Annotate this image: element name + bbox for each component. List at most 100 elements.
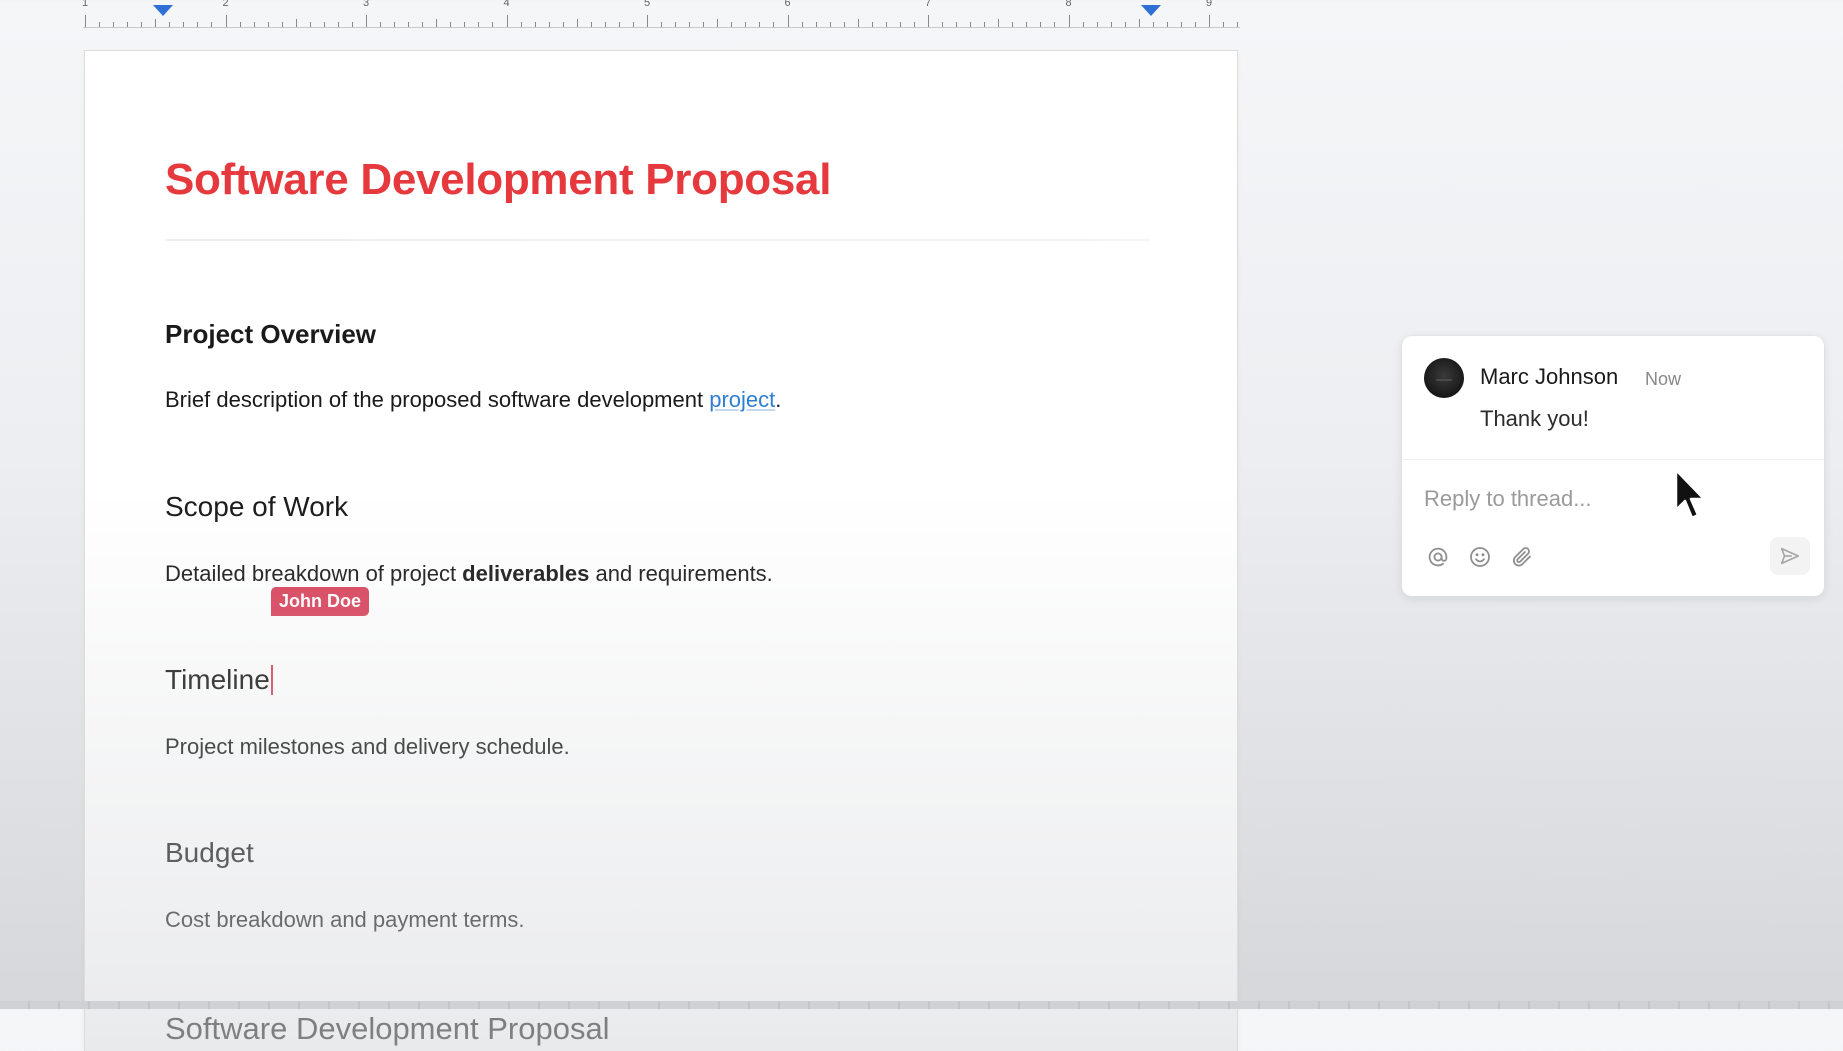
timeline-heading-text: Timeline bbox=[165, 664, 270, 695]
paragraph-scope-of-work[interactable]: Detailed breakdown of project deliverabl… bbox=[165, 561, 773, 587]
ruler-tick bbox=[801, 22, 803, 27]
collaborator-caret bbox=[270, 665, 273, 695]
ruler-tick bbox=[829, 22, 831, 27]
ruler-number: 8 bbox=[1065, 0, 1072, 9]
scope-text-start: Detailed breakdown of project bbox=[165, 561, 463, 586]
collaborator-cursor-label: John Doe bbox=[271, 587, 370, 616]
ruler-number: 2 bbox=[222, 0, 229, 9]
ruler-tick bbox=[745, 22, 747, 27]
avatar bbox=[1424, 358, 1464, 398]
ruler-tick bbox=[1040, 22, 1042, 27]
scope-text-end: and requirements. bbox=[589, 561, 773, 586]
heading-timeline[interactable]: Timeline bbox=[165, 664, 273, 696]
ruler-tick bbox=[618, 22, 620, 27]
ruler-tick bbox=[351, 22, 353, 27]
ruler-tick bbox=[1026, 22, 1028, 27]
document-page[interactable]: Software Development Proposal Project Ov… bbox=[85, 51, 1237, 1051]
ruler-number: 7 bbox=[924, 0, 932, 9]
emoji-icon[interactable] bbox=[1466, 543, 1494, 571]
ruler-tick bbox=[1194, 22, 1196, 27]
ruler-tick bbox=[85, 15, 86, 27]
ruler-number: 9 bbox=[1205, 0, 1213, 9]
ruler-tick bbox=[1152, 22, 1154, 27]
ruler-tick bbox=[647, 15, 648, 27]
ruler-tick bbox=[928, 15, 929, 27]
ruler-tick bbox=[590, 22, 592, 27]
ruler-tick bbox=[1110, 22, 1112, 27]
ruler-tick bbox=[942, 22, 944, 27]
ruler-tick bbox=[197, 22, 199, 27]
ruler-tick bbox=[970, 22, 972, 27]
paragraph-timeline[interactable]: Project milestones and delivery schedule… bbox=[165, 734, 570, 760]
ruler-tick bbox=[857, 19, 859, 27]
ruler-tick bbox=[871, 22, 873, 27]
heading-budget[interactable]: Budget bbox=[165, 837, 254, 869]
mention-icon[interactable] bbox=[1424, 543, 1452, 571]
ruler-tick bbox=[239, 22, 241, 27]
ruler-tick bbox=[759, 22, 761, 27]
heading-project-overview[interactable]: Project Overview bbox=[165, 319, 376, 350]
ruler-tick bbox=[885, 22, 887, 27]
scope-bold-deliverables: deliverables bbox=[462, 561, 590, 586]
ruler-tick bbox=[843, 22, 845, 27]
ruler-tick bbox=[731, 22, 733, 27]
ruler-tick bbox=[478, 22, 480, 27]
paragraph-budget[interactable]: Cost breakdown and payment terms. bbox=[165, 907, 525, 933]
ruler-tick bbox=[1209, 15, 1210, 27]
ruler-tick bbox=[99, 22, 101, 27]
comment-divider bbox=[1402, 459, 1824, 460]
ruler-tick bbox=[534, 22, 536, 27]
ruler-tick bbox=[394, 22, 396, 27]
ruler-tick bbox=[450, 22, 452, 27]
title-divider bbox=[165, 239, 1150, 241]
ruler-tick bbox=[183, 22, 185, 27]
ruler-tick bbox=[913, 22, 915, 27]
ruler-tick bbox=[562, 22, 564, 27]
ruler-tick bbox=[1237, 22, 1239, 27]
right-indent-marker[interactable] bbox=[1141, 5, 1161, 16]
comment-thread-card[interactable]: Marc Johnson Now Thank you! bbox=[1402, 336, 1824, 596]
ruler-tick bbox=[506, 15, 508, 27]
ruler-baseline bbox=[83, 27, 1240, 28]
ruler-tick bbox=[169, 22, 171, 27]
ruler-number: 1 bbox=[81, 0, 89, 9]
heading-scope-of-work[interactable]: Scope of Work bbox=[165, 491, 348, 523]
ruler-tick bbox=[422, 22, 424, 27]
ruler-tick bbox=[141, 22, 143, 27]
left-indent-marker[interactable] bbox=[153, 5, 173, 16]
ruler-tick bbox=[956, 22, 958, 27]
ruler-tick bbox=[1166, 22, 1168, 27]
ruler-tick bbox=[1012, 22, 1014, 27]
ruler-tick bbox=[717, 19, 719, 27]
comment-body: Thank you! bbox=[1480, 406, 1589, 431]
ruler-tick bbox=[661, 22, 663, 27]
ruler-tick bbox=[773, 22, 775, 27]
ruler-tick bbox=[253, 22, 255, 27]
ruler-tick bbox=[436, 19, 438, 27]
heading-repeat-title[interactable]: Software Development Proposal bbox=[165, 1011, 610, 1047]
ruler-tick bbox=[408, 22, 410, 27]
ruler-tick bbox=[520, 22, 522, 27]
ruler-tick bbox=[998, 19, 1000, 27]
ruler-tick bbox=[815, 22, 817, 27]
document-title[interactable]: Software Development Proposal bbox=[165, 155, 831, 205]
project-link[interactable]: project bbox=[709, 387, 775, 412]
ruler-tick bbox=[1138, 19, 1140, 27]
ruler-tick bbox=[576, 19, 578, 27]
ruler-tick bbox=[1082, 22, 1084, 27]
paragraph-project-overview[interactable]: Brief description of the proposed softwa… bbox=[165, 387, 781, 413]
ruler-tick bbox=[267, 22, 269, 27]
send-button[interactable] bbox=[1770, 537, 1810, 575]
attachment-icon[interactable] bbox=[1508, 543, 1536, 571]
ruler-tick bbox=[787, 15, 789, 27]
send-icon bbox=[1780, 547, 1800, 565]
ruler-tick bbox=[337, 22, 339, 27]
ruler-tick bbox=[309, 22, 311, 27]
ruler-tick bbox=[1180, 22, 1182, 27]
bottom-scroll-strip bbox=[0, 1001, 1843, 1009]
ruler-tick bbox=[1068, 15, 1070, 27]
ruler-tick bbox=[492, 22, 494, 27]
ruler-tick bbox=[127, 22, 129, 27]
ruler-tick bbox=[323, 22, 325, 27]
overview-text-start: Brief description of the proposed softwa… bbox=[165, 387, 710, 412]
